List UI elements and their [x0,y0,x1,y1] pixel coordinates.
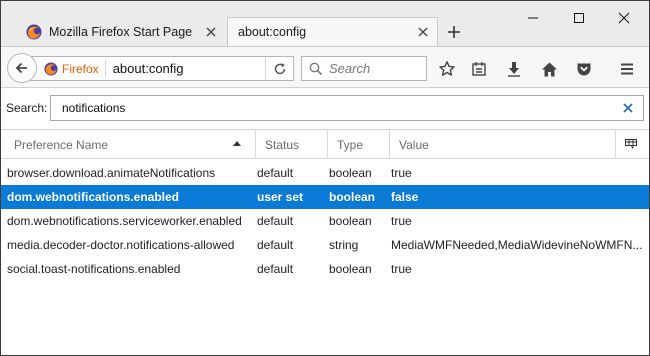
column-label: Type [337,137,364,152]
bookmarks-menu-icon [472,62,486,76]
filter-value[interactable]: notifications [62,101,125,115]
search-label: Search: [6,101,48,115]
sort-ascending-icon [233,141,241,146]
url-bar[interactable]: Firefox about:config [29,56,294,81]
config-search-row: Search: notifications [1,89,649,127]
new-tab-button[interactable] [443,21,465,43]
tab-title: about:config [238,25,307,39]
site-identity[interactable]: Firefox [29,60,106,77]
search-icon [309,62,323,75]
pref-name: dom.webnotifications.enabled [7,190,180,204]
back-arrow-icon [15,62,27,74]
column-header-type[interactable]: Type [328,130,390,159]
table-row[interactable]: dom.webnotifications.serviceworker.enabl… [1,209,649,233]
table-row-selected[interactable]: dom.webnotifications.enabled user set bo… [1,185,649,209]
column-label: Preference Name [14,137,109,152]
navigation-toolbar: Firefox about:config Search [1,46,649,88]
plus-icon [448,26,460,38]
close-tab-icon[interactable] [201,22,221,42]
pref-type: boolean [329,262,372,276]
downloads-button[interactable] [501,56,527,82]
clear-filter-icon[interactable] [623,100,633,116]
column-header-status[interactable]: Status [256,130,328,159]
table-row[interactable]: media.decoder-doctor.notifications-allow… [1,233,649,257]
pocket-icon [577,63,591,76]
tab-strip: Mozilla Firefox Start Page about:config [1,1,649,46]
column-label: Value [399,137,429,152]
pref-name: media.decoder-doctor.notifications-allow… [7,238,235,252]
config-filter-input[interactable]: notifications [50,95,644,121]
back-button[interactable] [7,53,37,83]
close-tab-icon[interactable] [413,22,433,42]
pref-status: default [257,214,294,228]
minimize-button[interactable] [510,1,556,35]
identity-label: Firefox [62,61,99,76]
star-icon [439,61,455,76]
home-icon [541,62,557,76]
url-text[interactable]: about:config [113,61,265,76]
table-row[interactable]: browser.download.animateNotifications de… [1,161,649,185]
pref-type: boolean [329,214,372,228]
home-button[interactable] [536,56,562,82]
pref-status: user set [257,190,304,204]
pref-status: default [257,166,294,180]
download-arrow-icon [508,62,520,77]
pref-value: true [391,214,412,228]
tab-title: Mozilla Firefox Start Page [49,24,193,39]
close-icon [618,12,630,24]
pref-name: social.toast-notifications.enabled [7,262,181,276]
hamburger-menu-icon [621,63,633,75]
maximize-icon [574,13,584,23]
pref-status: default [257,238,294,252]
firefox-icon [26,24,42,40]
browser-window: Mozilla Firefox Start Page about:config [0,0,650,356]
menu-button[interactable] [614,56,640,82]
search-placeholder: Search [329,61,371,76]
minimize-icon [528,17,538,19]
pref-value: true [391,262,412,276]
pref-value: false [391,190,419,204]
table-header: Preference Name Status Type Value [1,130,649,159]
pocket-button[interactable] [571,56,597,82]
pref-status: default [257,262,294,276]
pref-name: dom.webnotifications.serviceworker.enabl… [7,214,242,228]
column-header-value[interactable]: Value [390,130,616,159]
column-picker-icon[interactable] [625,139,637,150]
maximize-button[interactable] [556,1,602,35]
pref-value: MediaWMFNeeded,MediaWidevineNoWMFN... [391,238,643,252]
pref-name: browser.download.animateNotifications [7,166,216,180]
column-header-preference-name[interactable]: Preference Name [1,130,256,159]
pref-value: true [391,166,412,180]
pref-type: boolean [329,166,372,180]
reload-button[interactable] [265,57,293,80]
preferences-table: Preference Name Status Type Value browse… [1,129,649,355]
firefox-icon [44,61,58,76]
column-label: Status [265,137,300,152]
reload-icon [274,62,285,74]
tab-firefox-start-page[interactable]: Mozilla Firefox Start Page [18,17,225,46]
bookmark-star-button[interactable] [434,56,460,82]
search-bar[interactable]: Search [301,56,427,81]
table-row[interactable]: social.toast-notifications.enabled defau… [1,257,649,281]
pref-type: string [329,238,359,252]
tab-about-config[interactable]: about:config [227,17,438,46]
pref-type: boolean [329,190,376,204]
close-window-button[interactable] [601,1,647,35]
reading-list-button[interactable] [466,56,492,82]
